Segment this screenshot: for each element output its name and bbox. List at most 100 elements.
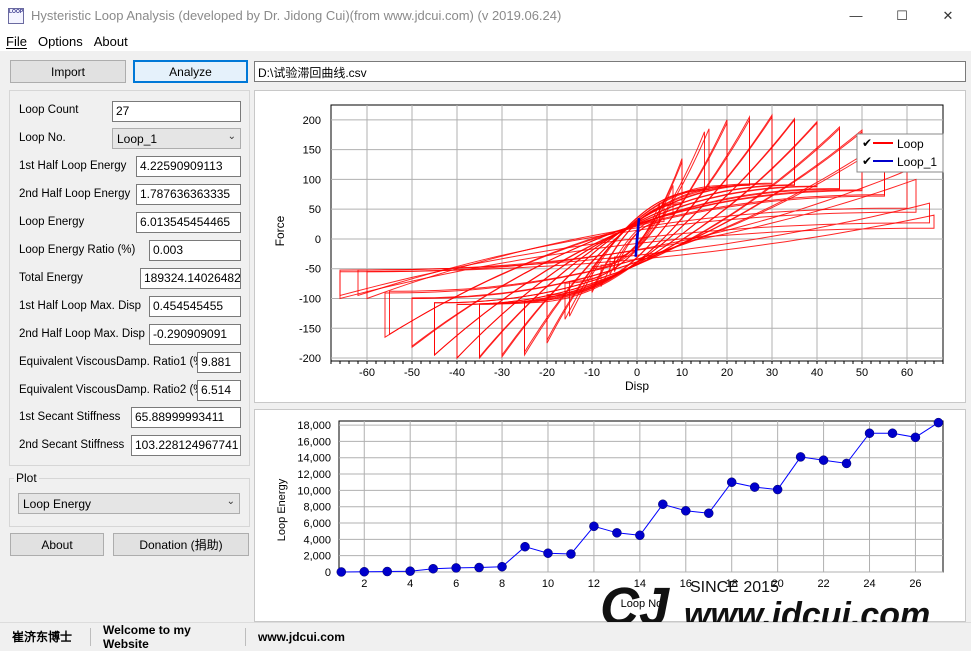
loop-energy-label: Loop Energy [19, 216, 85, 228]
loop-energy-point [497, 561, 507, 572]
eq-damp1-field[interactable]: 9.881 [197, 352, 241, 373]
loop-energy-point [703, 508, 714, 518]
hysteresis-chart-panel: -60 -50 -40 -30 -20 -10 0 10 20 30 40 50 60 -200 -150-… [254, 90, 966, 403]
y-tick-label: 200 [303, 115, 321, 127]
loop-energy-point [635, 530, 645, 541]
loop-energy-ratio-label: Loop Energy Ratio (%) [19, 244, 136, 256]
x-tick-label: -20 [539, 367, 555, 379]
minimize-button[interactable]: — [833, 0, 879, 31]
status-bar: 崔济东博士 Welcome to my Website www.jdcui.co… [0, 622, 971, 651]
legend-label-loop-1: Loop_1 [897, 155, 937, 169]
y-tick-label: 2,000 [303, 551, 331, 563]
y-axis-label: Force [273, 215, 287, 246]
y-tick-label: -100 [299, 293, 321, 305]
first-half-max-disp-field[interactable]: 0.454545455 [149, 296, 241, 317]
about-button[interactable]: About [10, 533, 104, 556]
first-half-max-disp-label: 1st Half Loop Max. Disp [19, 300, 142, 312]
second-secant-label: 2nd Secant Stiffness [19, 439, 125, 451]
x-tick-label: -50 [404, 367, 420, 379]
analyze-button[interactable]: Analyze [133, 60, 248, 83]
results-panel: Loop Count 27 Loop No. Loop_1 ⌄ 1st Half… [9, 90, 250, 466]
y-tick-label: 100 [303, 174, 321, 186]
loop-energy-point [474, 562, 484, 573]
check-icon[interactable]: ✔ [862, 154, 872, 168]
x-tick-label: 4 [407, 578, 413, 590]
y-tick-label: 14,000 [297, 453, 331, 465]
maximize-button[interactable]: ☐ [879, 0, 925, 31]
hysteresis-chart: -60 -50 -40 -30 -20 -10 0 10 20 30 40 50 60-200-150-… [273, 104, 944, 393]
close-button[interactable]: ✕ [925, 0, 971, 31]
loop-energy-point [451, 563, 461, 573]
x-tick-label: 2 [361, 578, 367, 590]
loop-count-field[interactable]: 27 [112, 101, 241, 122]
x-tick-label: -10 [584, 367, 600, 379]
first-half-energy-field[interactable]: 4.22590909113 [136, 156, 241, 177]
menu-options[interactable]: Options [32, 34, 88, 49]
x-tick-label: 8 [499, 578, 505, 590]
loop-energy-point [428, 563, 438, 574]
plot-select-value: Loop Energy [23, 496, 92, 511]
loop-energy-field[interactable]: 6.013545454465 [136, 212, 241, 233]
legend-label-loop: Loop [897, 137, 924, 151]
y-tick-label: 10,000 [297, 485, 331, 497]
menu-bar: File Options About [0, 31, 971, 51]
x-tick-label: -40 [449, 367, 465, 379]
x-tick-label: 10 [542, 578, 554, 590]
x-tick-label: 60 [901, 367, 913, 379]
loop-energy-point [336, 567, 347, 577]
total-energy-label: Total Energy [19, 272, 83, 284]
loop-energy-point [887, 428, 898, 438]
second-half-max-disp-field[interactable]: -0.290909091 [149, 324, 241, 345]
y-tick-label: 12,000 [297, 469, 331, 481]
plot-group-label: Plot [14, 471, 39, 485]
loop-energy-point [405, 566, 415, 576]
eq-damp2-field[interactable]: 6.514 [197, 380, 241, 401]
y-tick-label: -50 [305, 264, 321, 276]
loop-energy-point [726, 477, 737, 487]
loop-energy-point [749, 482, 760, 492]
loop-energy-point [658, 499, 668, 510]
loop-energy-point [933, 417, 944, 428]
y-tick-label: 6,000 [303, 518, 331, 530]
donation-button[interactable]: Donation (捐助) [113, 533, 249, 556]
loop-no-select[interactable]: Loop_1 ⌄ [112, 128, 241, 149]
loop-energy-point [543, 548, 553, 558]
eq-damp2-label: Equivalent ViscousDamp. Ratio2 (%) [19, 384, 208, 396]
status-site[interactable]: www.jdcui.com [246, 628, 357, 646]
first-secant-label: 1st Secant Stiffness [19, 411, 121, 423]
loop-count-label: Loop Count [19, 104, 79, 116]
second-half-energy-label: 2nd Half Loop Energy [19, 188, 131, 200]
window-title: Hysteristic Loop Analysis (developed by … [31, 8, 562, 23]
plot-select[interactable]: Loop Energy ⌄ [18, 493, 240, 514]
status-author: 崔济东博士 [0, 627, 91, 646]
first-secant-field[interactable]: 65.88999993411 [131, 407, 241, 428]
loop-energy-point [795, 452, 806, 462]
y-tick-label: 8,000 [303, 502, 331, 514]
chart-legend: ✔ Loop ✔ Loop_1 [856, 133, 944, 173]
total-energy-field[interactable]: 189324.140264827 [140, 268, 241, 289]
check-icon[interactable]: ✔ [862, 136, 872, 150]
file-path-input[interactable]: D:\试验滞回曲线.csv [254, 61, 966, 82]
loop-energy-point [589, 521, 599, 532]
loop-energy-point [772, 484, 783, 495]
menu-about[interactable]: About [88, 34, 133, 49]
loop-energy-point [566, 549, 576, 559]
import-button[interactable]: Import [10, 60, 126, 83]
loop-energy-point [520, 541, 530, 552]
y-tick-label: -200 [299, 353, 321, 365]
status-welcome: Welcome to my Website [91, 623, 246, 651]
title-bar: LOOP Hysteristic Loop Analysis (develope… [0, 0, 971, 31]
second-half-energy-field[interactable]: 1.787636363335 [136, 184, 241, 205]
second-secant-field[interactable]: 103.228124967741 [131, 435, 241, 456]
loop-energy-point [681, 506, 691, 516]
y-tick-label: 4,000 [303, 534, 331, 546]
x-tick-label: 20 [721, 367, 733, 379]
x-tick-label: 30 [766, 367, 778, 379]
loop-no-value: Loop_1 [117, 131, 158, 146]
x-tick-label: 0 [634, 367, 640, 379]
menu-file[interactable]: File [0, 34, 32, 49]
loop-energy-ratio-field[interactable]: 0.003 [149, 240, 241, 261]
app-icon: LOOP [8, 7, 24, 24]
y-tick-label: 50 [309, 204, 321, 216]
loop-energy-point [864, 428, 875, 438]
